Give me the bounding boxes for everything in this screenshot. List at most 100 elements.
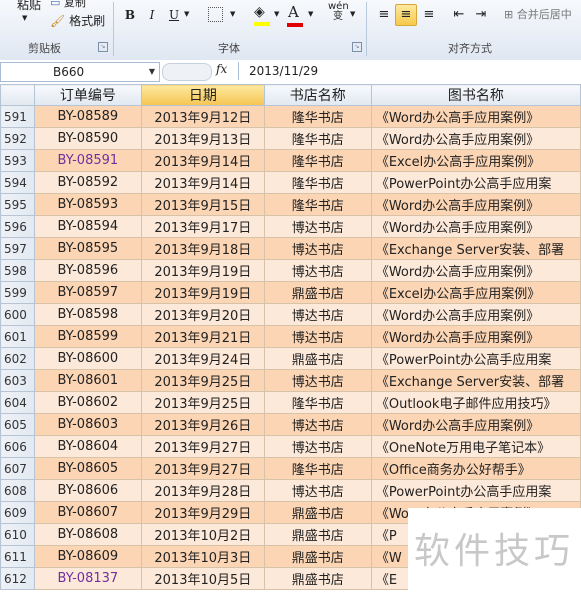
paste-button[interactable]: 粘贴 bbox=[8, 0, 50, 16]
cell-book[interactable]: 《Word办公高手应用案例》 bbox=[370, 303, 581, 326]
cell-order-id[interactable]: BY-08590 bbox=[33, 127, 143, 150]
cell-book[interactable]: 《PowerPoint办公高手应用案 bbox=[370, 171, 581, 194]
row-number[interactable]: 611 bbox=[0, 545, 35, 568]
row-number[interactable]: 592 bbox=[0, 127, 35, 150]
row-number[interactable]: 600 bbox=[0, 303, 35, 326]
cell-date[interactable]: 2013年9月20日 bbox=[141, 303, 265, 326]
cell-order-id[interactable]: BY-08609 bbox=[33, 545, 143, 568]
row-number[interactable]: 593 bbox=[0, 149, 35, 172]
cell-order-id[interactable]: BY-08600 bbox=[33, 347, 143, 370]
cell-book[interactable]: 《Word办公高手应用案例》 bbox=[370, 325, 581, 348]
cell-store[interactable]: 隆华书店 bbox=[263, 127, 372, 150]
cell-store[interactable]: 博达书店 bbox=[263, 325, 372, 348]
merge-center-button[interactable]: ⊞ 合并后居中 bbox=[504, 6, 572, 22]
cell-order-id[interactable]: BY-08599 bbox=[33, 325, 143, 348]
cell-book[interactable]: 《Word办公高手应用案例》 bbox=[370, 127, 581, 150]
row-number[interactable]: 612 bbox=[0, 567, 35, 590]
cell-order-id[interactable]: BY-08604 bbox=[33, 435, 143, 458]
cell-book[interactable]: 《Word办公高手应用案例》 bbox=[370, 105, 581, 128]
column-header-b[interactable]: 日期 bbox=[141, 84, 265, 106]
decrease-indent-button[interactable]: ⇤ bbox=[448, 4, 470, 26]
cell-store[interactable]: 博达书店 bbox=[263, 215, 372, 238]
cell-store[interactable]: 鼎盛书店 bbox=[263, 501, 372, 524]
paste-dropdown-icon[interactable]: ▼ bbox=[22, 14, 27, 22]
cell-book[interactable]: 《Word办公高手应用案例》 bbox=[370, 259, 581, 282]
increase-indent-button[interactable]: ⇥ bbox=[470, 4, 492, 26]
cell-date[interactable]: 2013年9月12日 bbox=[141, 105, 265, 128]
cell-date[interactable]: 2013年9月26日 bbox=[141, 413, 265, 436]
cell-book[interactable]: 《Word办公高手应用案例》 bbox=[370, 215, 581, 238]
cell-date[interactable]: 2013年9月29日 bbox=[141, 501, 265, 524]
cell-date[interactable]: 2013年9月17日 bbox=[141, 215, 265, 238]
format-painter-button[interactable]: 🖌 格式刷 bbox=[50, 12, 105, 28]
row-number[interactable]: 607 bbox=[0, 457, 35, 480]
cell-order-id[interactable]: BY-08601 bbox=[33, 369, 143, 392]
cell-order-id[interactable]: BY-08608 bbox=[33, 523, 143, 546]
cell-store[interactable]: 隆华书店 bbox=[263, 193, 372, 216]
insert-function-icon[interactable]: fx bbox=[216, 62, 227, 76]
cell-date[interactable]: 2013年9月14日 bbox=[141, 149, 265, 172]
cell-order-id[interactable]: BY-08598 bbox=[33, 303, 143, 326]
cell-order-id[interactable]: BY-08597 bbox=[33, 281, 143, 304]
row-number[interactable]: 595 bbox=[0, 193, 35, 216]
cell-book[interactable]: 《Exchange Server安装、部署 bbox=[370, 237, 581, 260]
row-number[interactable]: 605 bbox=[0, 413, 35, 436]
cell-store[interactable]: 隆华书店 bbox=[263, 457, 372, 480]
name-box[interactable]: B660 ▼ bbox=[0, 62, 160, 82]
underline-dropdown-icon[interactable]: ▼ bbox=[184, 10, 189, 18]
cell-store[interactable]: 鼎盛书店 bbox=[263, 567, 372, 590]
cell-store[interactable]: 鼎盛书店 bbox=[263, 545, 372, 568]
cell-store[interactable]: 隆华书店 bbox=[263, 171, 372, 194]
select-all-corner[interactable] bbox=[0, 84, 35, 106]
cell-order-id[interactable]: BY-08605 bbox=[33, 457, 143, 480]
row-number[interactable]: 602 bbox=[0, 347, 35, 370]
row-number[interactable]: 603 bbox=[0, 369, 35, 392]
cell-store[interactable]: 隆华书店 bbox=[263, 105, 372, 128]
italic-button[interactable]: I bbox=[142, 4, 162, 26]
row-number[interactable]: 606 bbox=[0, 435, 35, 458]
row-number[interactable]: 604 bbox=[0, 391, 35, 414]
cell-order-id[interactable]: BY-08137 bbox=[33, 567, 143, 590]
cell-store[interactable]: 博达书店 bbox=[263, 303, 372, 326]
align-center-button[interactable]: ≡ bbox=[395, 4, 417, 26]
formula-input[interactable]: 2013/11/29 bbox=[238, 62, 581, 80]
cell-book[interactable]: 《Exchange Server安装、部署 bbox=[370, 369, 581, 392]
cell-date[interactable]: 2013年9月25日 bbox=[141, 391, 265, 414]
align-left-button[interactable]: ≡ bbox=[373, 4, 395, 26]
column-header-d[interactable]: 图书名称 bbox=[370, 84, 581, 106]
cell-book[interactable]: 《Outlook电子邮件应用技巧》 bbox=[370, 391, 581, 414]
cell-date[interactable]: 2013年9月25日 bbox=[141, 369, 265, 392]
row-number[interactable]: 594 bbox=[0, 171, 35, 194]
cell-date[interactable]: 2013年10月5日 bbox=[141, 567, 265, 590]
cell-date[interactable]: 2013年9月15日 bbox=[141, 193, 265, 216]
row-number[interactable]: 610 bbox=[0, 523, 35, 546]
cell-store[interactable]: 隆华书店 bbox=[263, 149, 372, 172]
cell-date[interactable]: 2013年9月19日 bbox=[141, 259, 265, 282]
cell-book[interactable]: 《Excel办公高手应用案例》 bbox=[370, 149, 581, 172]
row-number[interactable]: 609 bbox=[0, 501, 35, 524]
column-header-a[interactable]: 订单编号 bbox=[33, 84, 143, 106]
row-number[interactable]: 601 bbox=[0, 325, 35, 348]
phonetic-button[interactable]: wén 变 bbox=[328, 2, 349, 22]
cell-order-id[interactable]: BY-08593 bbox=[33, 193, 143, 216]
font-launcher-icon[interactable]: ↘ bbox=[352, 42, 362, 52]
cell-date[interactable]: 2013年9月19日 bbox=[141, 281, 265, 304]
cell-store[interactable]: 博达书店 bbox=[263, 479, 372, 502]
cell-store[interactable]: 博达书店 bbox=[263, 369, 372, 392]
copy-button[interactable]: ▭ 复制 bbox=[50, 0, 86, 10]
cell-store[interactable]: 博达书店 bbox=[263, 413, 372, 436]
cell-book[interactable]: 《Word办公高手应用案例》 bbox=[370, 193, 581, 216]
cell-order-id[interactable]: BY-08589 bbox=[33, 105, 143, 128]
underline-button[interactable]: U bbox=[164, 4, 184, 26]
cell-order-id[interactable]: BY-08592 bbox=[33, 171, 143, 194]
align-right-button[interactable]: ≡ bbox=[418, 4, 440, 26]
cell-book[interactable]: 《Excel办公高手应用案例》 bbox=[370, 281, 581, 304]
border-icon[interactable] bbox=[208, 7, 223, 22]
cell-store[interactable]: 博达书店 bbox=[263, 259, 372, 282]
fill-color-icon[interactable]: ◈ bbox=[254, 4, 270, 26]
cell-order-id[interactable]: BY-08603 bbox=[33, 413, 143, 436]
cell-date[interactable]: 2013年9月21日 bbox=[141, 325, 265, 348]
cell-store[interactable]: 鼎盛书店 bbox=[263, 281, 372, 304]
cell-order-id[interactable]: BY-08607 bbox=[33, 501, 143, 524]
row-number[interactable]: 599 bbox=[0, 281, 35, 304]
